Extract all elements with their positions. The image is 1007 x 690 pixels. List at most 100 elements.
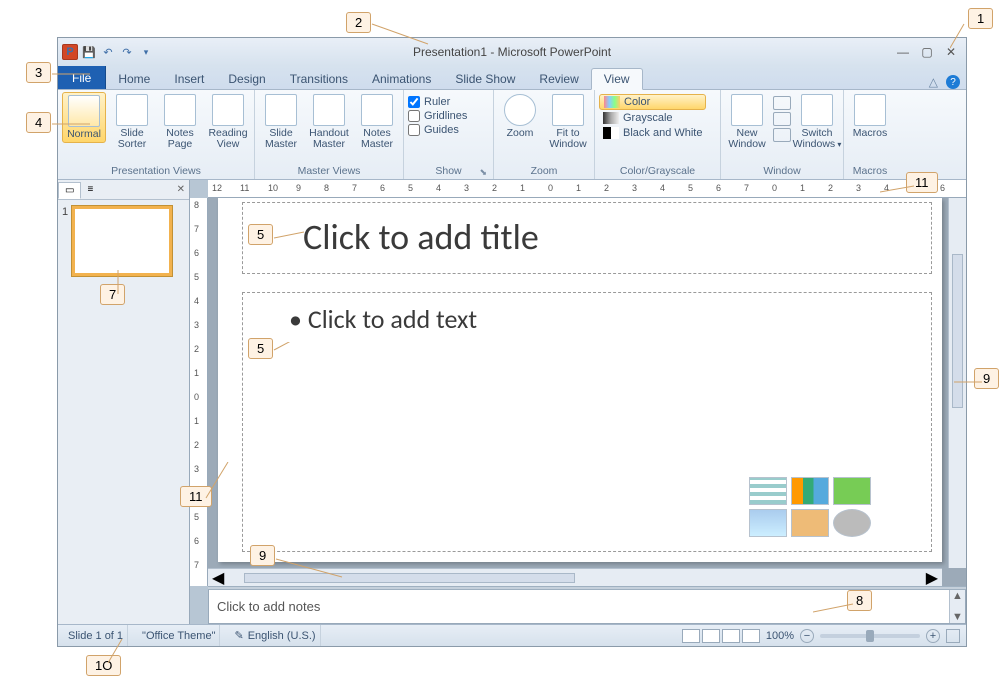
guides-checkbox[interactable]: Guides bbox=[408, 124, 467, 136]
color-swatch-icon bbox=[604, 96, 620, 108]
zoom-out-icon[interactable]: − bbox=[800, 629, 814, 643]
slide-canvas-area: Click to add title Click to add text bbox=[208, 198, 966, 586]
editor: 121110987654321012345670123456 876543210… bbox=[190, 180, 966, 624]
status-bar: Slide 1 of 1 "Office Theme" ✎English (U.… bbox=[58, 624, 966, 646]
slide-thumbnail-1[interactable]: 1 bbox=[58, 200, 189, 282]
annotation-2: 2 bbox=[346, 12, 371, 33]
slide-sorter-button[interactable]: Slide Sorter bbox=[110, 92, 154, 152]
zoom-in-icon[interactable]: + bbox=[926, 629, 940, 643]
horizontal-scrollbar[interactable]: ◀▶ bbox=[208, 568, 942, 586]
tab-transitions[interactable]: Transitions bbox=[278, 69, 360, 89]
maximize-icon[interactable]: ▢ bbox=[918, 44, 936, 60]
notes-scrollbar[interactable]: ▲▼ bbox=[949, 590, 965, 623]
group-macros: Macros Macros bbox=[844, 90, 896, 179]
color-mode-grayscale[interactable]: Grayscale bbox=[599, 111, 706, 125]
annotation-10: 1O bbox=[86, 655, 121, 676]
notes-master-button[interactable]: Notes Master bbox=[355, 92, 399, 152]
title-placeholder[interactable]: Click to add title bbox=[242, 202, 932, 274]
color-mode-color[interactable]: Color bbox=[599, 94, 706, 110]
workspace: ▭ ≡ ✕ 1 121110987654321012345670123456 8… bbox=[58, 180, 966, 624]
minimize-icon[interactable]: — bbox=[894, 44, 912, 60]
normal-view-icon[interactable] bbox=[682, 629, 700, 643]
reading-view-button[interactable]: Reading View bbox=[206, 92, 250, 152]
ruler-checkbox[interactable]: Ruler bbox=[408, 96, 467, 108]
fit-icon[interactable] bbox=[946, 629, 960, 643]
insert-smartart-icon[interactable] bbox=[833, 477, 871, 505]
notes-page-button[interactable]: Notes Page bbox=[158, 92, 202, 152]
group-window: New Window Switch Windows Window bbox=[721, 90, 844, 179]
cascade-icon[interactable] bbox=[773, 112, 791, 126]
tab-animations[interactable]: Animations bbox=[360, 69, 443, 89]
vertical-ruler[interactable]: 8765432101234567 bbox=[190, 198, 208, 586]
slide-master-button[interactable]: Slide Master bbox=[259, 92, 303, 152]
annotation-9b: 9 bbox=[250, 545, 275, 566]
tab-slideshow[interactable]: Slide Show bbox=[443, 69, 527, 89]
status-theme[interactable]: "Office Theme" bbox=[138, 625, 220, 646]
tab-view[interactable]: View bbox=[591, 68, 643, 90]
sorter-view-icon[interactable] bbox=[702, 629, 720, 643]
ribbon-minimize-icon[interactable]: △ bbox=[929, 75, 938, 89]
status-slide-info[interactable]: Slide 1 of 1 bbox=[64, 625, 128, 646]
gridlines-checkbox[interactable]: Gridlines bbox=[408, 110, 467, 122]
file-tab[interactable]: File bbox=[58, 66, 106, 89]
insert-picture-icon[interactable] bbox=[749, 509, 787, 537]
move-split-icon[interactable] bbox=[773, 128, 791, 142]
close-icon[interactable]: ✕ bbox=[942, 44, 960, 60]
status-view-icons bbox=[682, 629, 760, 643]
reading-view-icon[interactable] bbox=[722, 629, 740, 643]
title-placeholder-text: Click to add title bbox=[243, 203, 931, 259]
annotation-4: 4 bbox=[26, 112, 51, 133]
insert-media-icon[interactable] bbox=[833, 509, 871, 537]
tab-insert[interactable]: Insert bbox=[162, 69, 216, 89]
macros-button[interactable]: Macros bbox=[848, 92, 892, 141]
insert-clipart-icon[interactable] bbox=[791, 509, 829, 537]
zoom-value[interactable]: 100% bbox=[766, 630, 794, 642]
help-icon[interactable]: ? bbox=[946, 75, 960, 89]
app-icon: P bbox=[62, 44, 78, 60]
slides-tab-icon[interactable]: ▭ bbox=[58, 182, 81, 199]
grayscale-swatch-icon bbox=[603, 112, 619, 124]
horizontal-ruler[interactable]: 121110987654321012345670123456 bbox=[208, 180, 966, 198]
annotation-9a: 9 bbox=[974, 368, 999, 389]
annotation-3: 3 bbox=[26, 62, 51, 83]
annotation-7: 7 bbox=[100, 284, 125, 305]
normal-view-button[interactable]: Normal bbox=[62, 92, 106, 143]
tab-review[interactable]: Review bbox=[527, 69, 590, 89]
slideshow-view-icon[interactable] bbox=[742, 629, 760, 643]
insert-table-icon[interactable] bbox=[749, 477, 787, 505]
outline-tab-icon[interactable]: ≡ bbox=[81, 182, 99, 197]
zoom-button[interactable]: Zoom bbox=[498, 92, 542, 141]
slide[interactable]: Click to add title Click to add text bbox=[218, 198, 942, 562]
annotation-5a: 5 bbox=[248, 224, 273, 245]
slide-thumb-number: 1 bbox=[62, 206, 68, 276]
group-zoom: Zoom Fit to Window Zoom bbox=[494, 90, 595, 179]
annotation-5b: 5 bbox=[248, 338, 273, 359]
color-mode-bw[interactable]: Black and White bbox=[599, 126, 706, 140]
qat-dropdown-icon[interactable]: ▾ bbox=[138, 44, 154, 60]
new-window-button[interactable]: New Window bbox=[725, 92, 769, 152]
annotation-11a: 11 bbox=[906, 172, 938, 193]
handout-master-button[interactable]: Handout Master bbox=[307, 92, 351, 152]
slide-panel: ▭ ≡ ✕ 1 bbox=[58, 180, 190, 624]
slide-panel-tabs: ▭ ≡ ✕ bbox=[58, 180, 189, 200]
tab-design[interactable]: Design bbox=[216, 69, 277, 89]
annotation-11b: 11 bbox=[180, 486, 212, 507]
annotation-8: 8 bbox=[847, 590, 872, 611]
panel-close-icon[interactable]: ✕ bbox=[177, 184, 189, 195]
switch-windows-button[interactable]: Switch Windows bbox=[795, 92, 839, 152]
spellcheck-icon: ✎ bbox=[234, 629, 243, 642]
tab-home[interactable]: Home bbox=[106, 69, 162, 89]
bw-swatch-icon bbox=[603, 127, 619, 139]
save-icon[interactable]: 💾 bbox=[81, 44, 97, 60]
zoom-slider[interactable] bbox=[820, 634, 920, 638]
undo-icon[interactable]: ↶ bbox=[100, 44, 116, 60]
arrange-all-icon[interactable] bbox=[773, 96, 791, 110]
content-insert-icons bbox=[749, 477, 871, 537]
fit-to-window-button[interactable]: Fit to Window bbox=[546, 92, 590, 152]
redo-icon[interactable]: ↷ bbox=[119, 44, 135, 60]
status-language[interactable]: ✎English (U.S.) bbox=[230, 625, 320, 646]
group-presentation-views: Normal Slide Sorter Notes Page Reading V… bbox=[58, 90, 255, 179]
insert-chart-icon[interactable] bbox=[791, 477, 829, 505]
vertical-scrollbar[interactable] bbox=[948, 198, 966, 568]
body-placeholder[interactable]: Click to add text bbox=[242, 292, 932, 552]
